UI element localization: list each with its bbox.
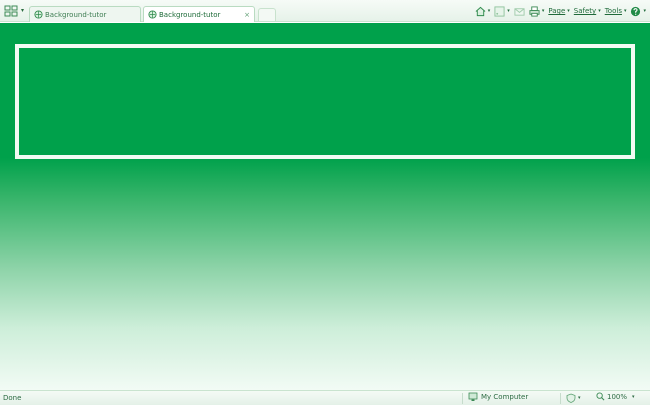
help-icon (631, 6, 641, 16)
feeds-button[interactable]: ▾ (494, 5, 510, 17)
status-divider (462, 393, 463, 404)
new-tab-button[interactable] (258, 8, 276, 21)
browser-toolbar: ▾ Background-tutor Background-tutor × ▾ (0, 0, 650, 22)
mail-button[interactable] (514, 6, 525, 17)
status-divider (560, 393, 561, 404)
chevron-down-icon[interactable]: ▾ (488, 8, 491, 14)
ie-page-icon (34, 10, 43, 19)
tools-menu-label: Tools (604, 7, 622, 15)
chevron-down-icon[interactable]: ▾ (578, 395, 581, 401)
mail-icon (514, 7, 525, 16)
home-button[interactable]: ▾ (475, 6, 491, 17)
status-text: Done (3, 394, 22, 402)
shield-icon (566, 393, 576, 403)
feeds-icon (494, 5, 505, 17)
chevron-down-icon[interactable]: ▾ (632, 394, 635, 400)
safety-menu[interactable]: Safety ▾ (574, 7, 601, 15)
chevron-down-icon: ▾ (567, 8, 570, 14)
tab-title: Background-tutor (45, 10, 107, 19)
protected-mode-indicator[interactable]: ▾ (566, 393, 581, 403)
page-menu-label: Page (548, 7, 566, 15)
chevron-down-icon: ▾ (623, 8, 627, 14)
tab-title: Background-tutor (159, 10, 221, 19)
security-zone[interactable]: My Computer (468, 392, 528, 402)
quick-tabs-icon[interactable] (4, 5, 18, 17)
page-content (0, 23, 650, 390)
tools-menu[interactable]: Tools ▾ (605, 7, 627, 15)
zoom-icon (596, 392, 605, 401)
print-icon (529, 5, 540, 17)
chevron-down-icon: ▾ (598, 8, 601, 14)
zoom-control[interactable]: 100% (596, 392, 627, 401)
help-menu[interactable]: ▾ (630, 6, 646, 17)
chevron-down-icon[interactable]: ▾ (542, 8, 545, 14)
bordered-banner-box (15, 44, 635, 159)
page-menu[interactable]: Page ▾ (548, 7, 569, 15)
tab-list-dropdown-icon[interactable]: ▾ (21, 7, 24, 14)
status-bar: Done My Computer ▾ 100% ▾ (0, 390, 650, 405)
home-icon (475, 6, 486, 16)
chevron-down-icon[interactable]: ▾ (507, 8, 510, 14)
ie-page-icon (148, 10, 157, 19)
command-bar: ▾ ▾ ▾ Page ▾ Safety ▾ Tools ▾ ▾ (475, 4, 646, 18)
close-tab-icon[interactable]: × (244, 11, 250, 19)
computer-zone-icon (468, 392, 478, 401)
chevron-down-icon: ▾ (643, 8, 646, 14)
tab-background-tutor-2[interactable]: Background-tutor × (143, 6, 255, 22)
zone-label: My Computer (481, 393, 529, 401)
tab-background-tutor-1[interactable]: Background-tutor (29, 6, 141, 22)
zoom-level: 100% (607, 392, 628, 401)
print-button[interactable]: ▾ (529, 5, 545, 17)
safety-menu-label: Safety (573, 7, 597, 15)
